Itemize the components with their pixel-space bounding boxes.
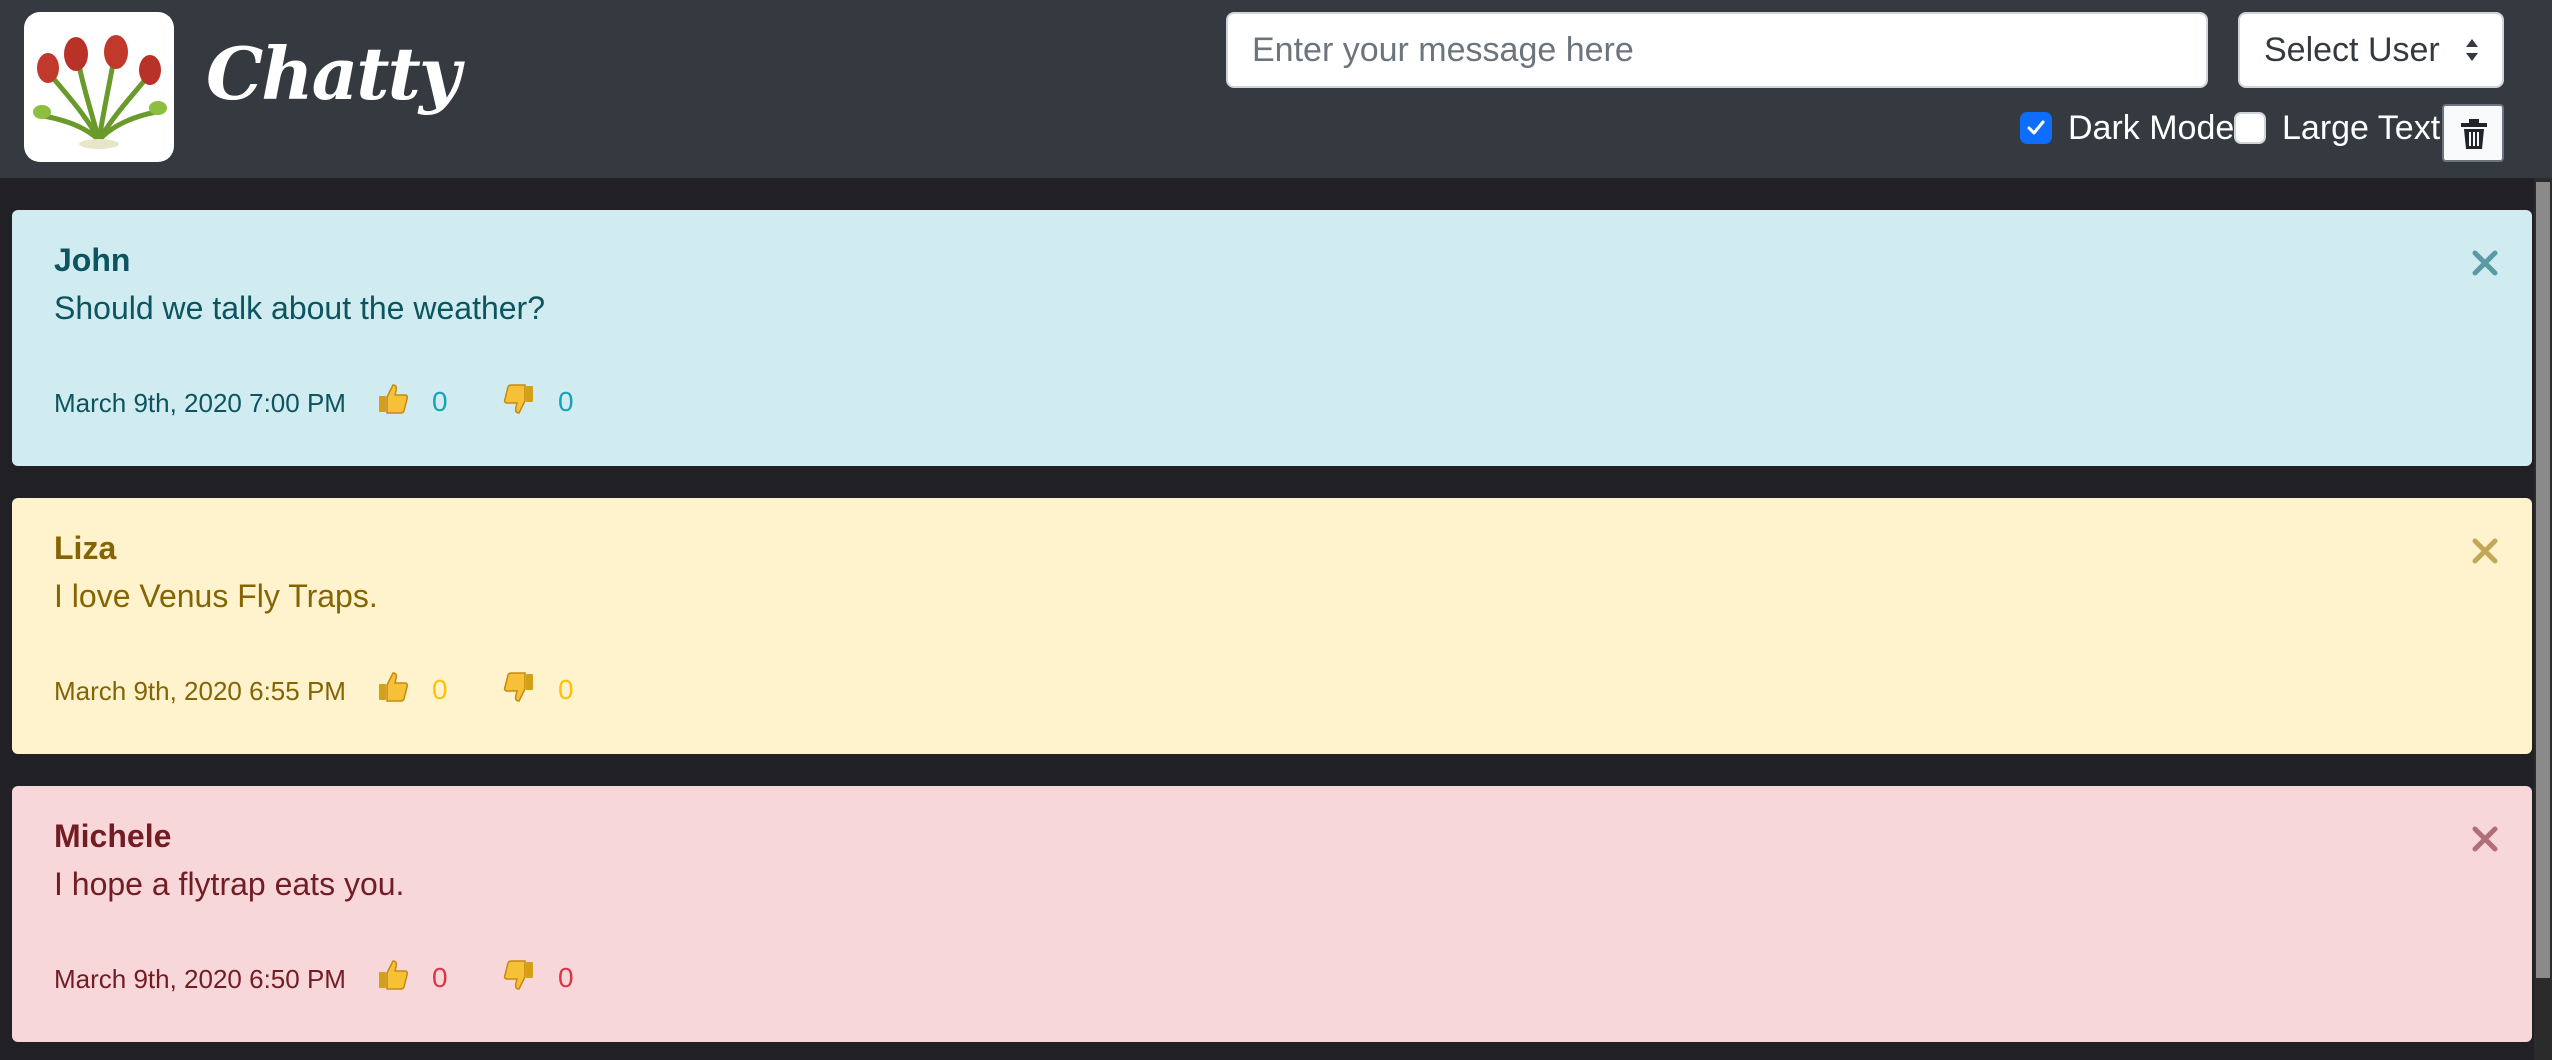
dark-mode-label: Dark Mode (2068, 108, 2235, 147)
message-date: March 9th, 2020 6:55 PM (54, 676, 346, 706)
flytrap-logo-icon (33, 35, 167, 149)
dislike-count: 0 (558, 386, 574, 417)
thumbs-down-icon (502, 958, 536, 999)
user-select[interactable]: Select User (2238, 12, 2504, 88)
message-text: Should we talk about the weather? (54, 290, 545, 326)
thumbs-up-icon (376, 382, 410, 423)
message-card: Michele I hope a flytrap eats you. March… (12, 786, 2532, 1042)
dark-mode-checkbox[interactable] (2020, 112, 2052, 144)
like-button[interactable]: 0 (376, 382, 448, 422)
dislike-button[interactable]: 0 (502, 670, 574, 710)
message-text: I love Venus Fly Traps. (54, 578, 378, 614)
dislike-button[interactable]: 0 (502, 958, 574, 998)
sort-caret-icon (2466, 39, 2478, 61)
app-brand: Chatty (206, 31, 461, 116)
like-button[interactable]: 0 (376, 670, 448, 710)
message-author: John (54, 242, 131, 278)
thumbs-down-icon (502, 382, 536, 423)
large-text-checkbox[interactable] (2234, 112, 2266, 144)
message-date: March 9th, 2020 7:00 PM (54, 388, 346, 418)
like-count: 0 (432, 962, 448, 993)
navbar: Chatty Select User Dark Mode Large Text (0, 0, 2552, 178)
dark-mode-toggle[interactable]: Dark Mode (2020, 108, 2234, 148)
message-author: Michele (54, 818, 172, 854)
like-button[interactable]: 0 (376, 958, 448, 998)
dislike-count: 0 (558, 674, 574, 705)
clear-messages-button[interactable] (2442, 104, 2504, 162)
message-text: I hope a flytrap eats you. (54, 866, 405, 902)
dislike-count: 0 (558, 962, 574, 993)
like-count: 0 (432, 674, 448, 705)
close-icon[interactable] (2472, 250, 2498, 276)
message-input[interactable] (1226, 12, 2208, 88)
close-icon[interactable] (2472, 538, 2498, 564)
thumbs-down-icon (502, 670, 536, 711)
dislike-button[interactable]: 0 (502, 382, 574, 422)
thumbs-up-icon (376, 670, 410, 711)
message-author: Liza (54, 530, 117, 566)
message-card: John Should we talk about the weather? M… (12, 210, 2532, 466)
message-card: Liza I love Venus Fly Traps. March 9th, … (12, 498, 2532, 754)
close-icon[interactable] (2472, 826, 2498, 852)
user-select-value: Select User (2264, 31, 2440, 69)
checkmark-icon (2027, 120, 2045, 135)
like-count: 0 (432, 386, 448, 417)
thumbs-up-icon (376, 958, 410, 999)
large-text-label: Large Text (2282, 108, 2441, 147)
large-text-toggle[interactable]: Large Text (2234, 108, 2440, 148)
trash-icon (2461, 119, 2487, 149)
scrollbar-thumb[interactable] (2536, 182, 2550, 978)
message-date: March 9th, 2020 6:50 PM (54, 964, 346, 994)
app-logo (24, 12, 174, 162)
